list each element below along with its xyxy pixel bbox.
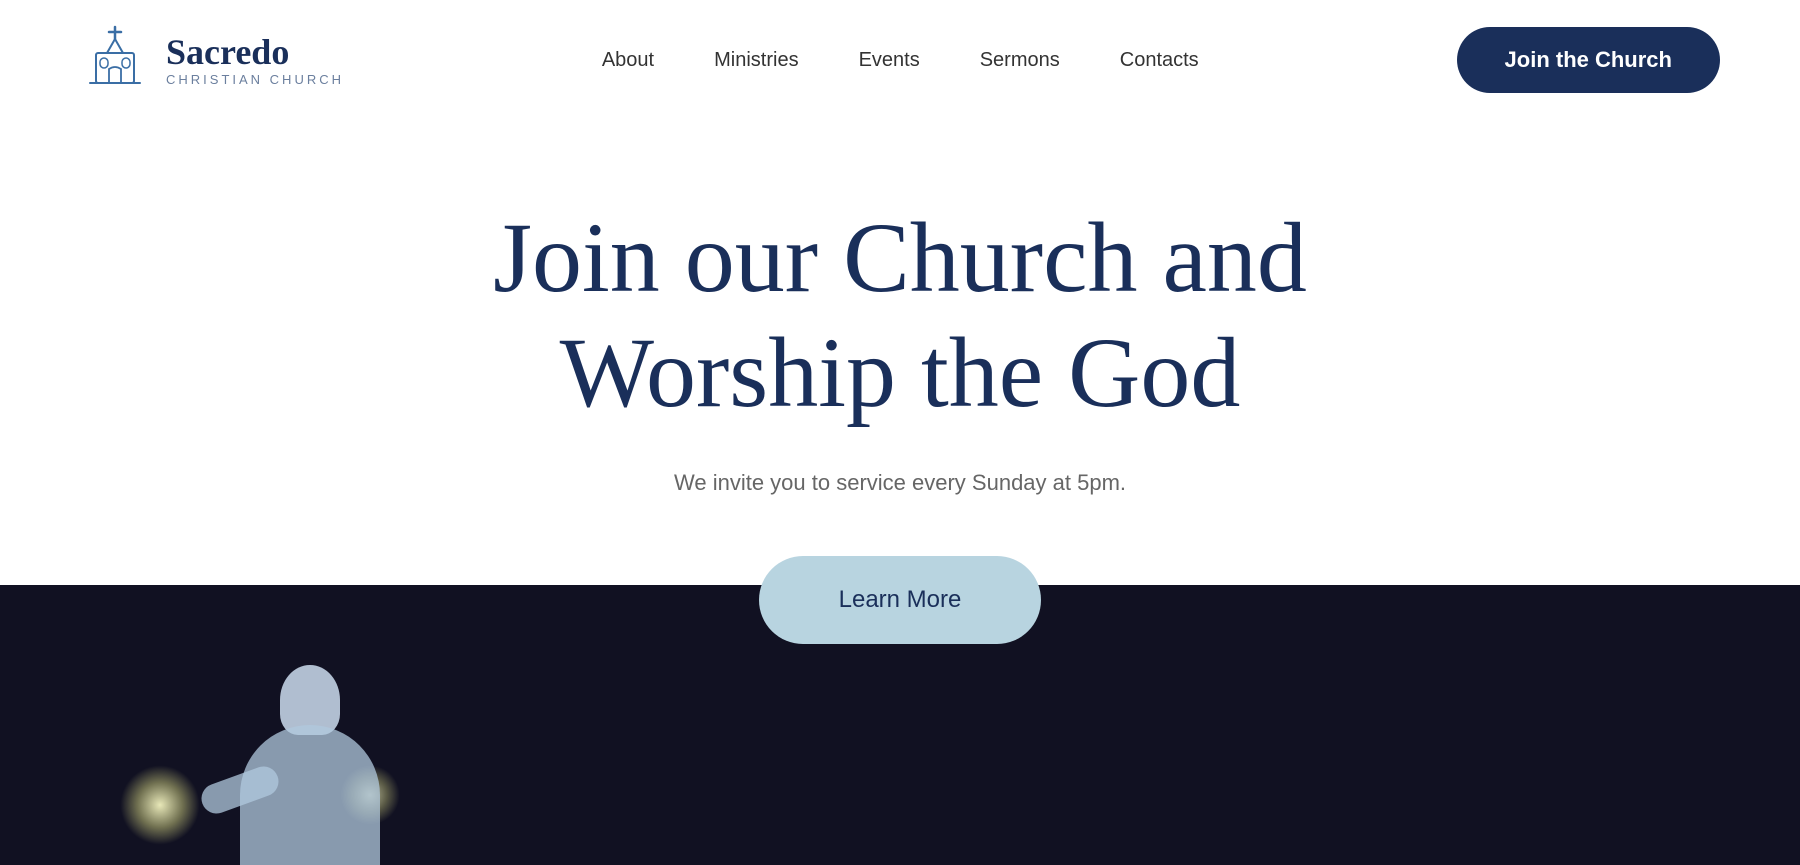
logo-text: Sacredo CHRISTIAN CHURCH bbox=[166, 33, 344, 88]
hero-title: Join our Church and Worship the God bbox=[493, 200, 1307, 430]
hero-title-line1: Join our Church and bbox=[493, 202, 1307, 313]
main-nav: About Ministries Events Sermons Contacts bbox=[602, 49, 1199, 72]
join-church-button[interactable]: Join the Church bbox=[1457, 27, 1720, 93]
person-body bbox=[240, 725, 380, 865]
nav-events[interactable]: Events bbox=[859, 49, 920, 72]
logo[interactable]: Sacredo CHRISTIAN CHURCH bbox=[80, 25, 344, 95]
learn-more-button[interactable]: Learn More bbox=[759, 556, 1042, 644]
logo-subtitle: CHRISTIAN CHURCH bbox=[166, 72, 344, 87]
hero-title-line2: Worship the God bbox=[560, 317, 1241, 428]
hero-section: Join our Church and Worship the God We i… bbox=[0, 120, 1800, 865]
logo-name: Sacredo bbox=[166, 33, 344, 73]
person-figure bbox=[200, 625, 500, 865]
stage-light-left bbox=[120, 765, 200, 845]
nav-about[interactable]: About bbox=[602, 49, 654, 72]
nav-ministries[interactable]: Ministries bbox=[714, 49, 798, 72]
church-icon bbox=[80, 25, 150, 95]
nav-sermons[interactable]: Sermons bbox=[980, 49, 1060, 72]
nav-contacts[interactable]: Contacts bbox=[1120, 49, 1199, 72]
header: Sacredo CHRISTIAN CHURCH About Ministrie… bbox=[0, 0, 1800, 120]
hero-subtitle: We invite you to service every Sunday at… bbox=[674, 470, 1126, 496]
